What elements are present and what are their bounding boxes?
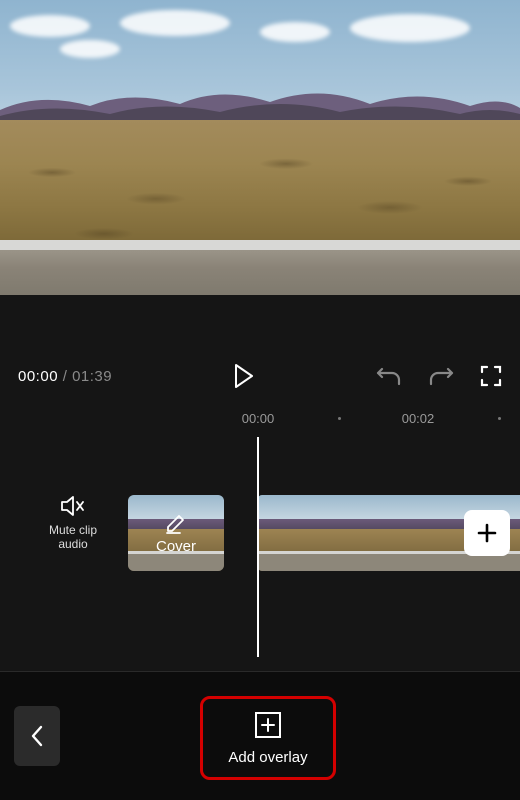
ruler-dot bbox=[338, 417, 341, 420]
duration: 01:39 bbox=[72, 368, 112, 385]
pencil-icon bbox=[165, 512, 187, 534]
time-display: 00:00 / 01:39 bbox=[18, 368, 112, 385]
add-clip-button[interactable] bbox=[464, 510, 510, 556]
chevron-left-icon bbox=[30, 724, 44, 748]
fullscreen-button[interactable] bbox=[480, 365, 502, 387]
current-time: 00:00 bbox=[18, 368, 58, 385]
redo-button[interactable] bbox=[428, 365, 454, 387]
back-button[interactable] bbox=[14, 706, 60, 766]
ruler-mark: 00:00 bbox=[242, 411, 275, 426]
undo-button[interactable] bbox=[376, 365, 402, 387]
timeline-ruler[interactable]: 00:00 00:02 bbox=[0, 405, 520, 437]
bottom-toolbar: Add overlay bbox=[0, 671, 520, 800]
clip-frame bbox=[389, 495, 455, 571]
speaker-mute-icon bbox=[60, 495, 86, 517]
clip-frame bbox=[324, 495, 390, 571]
fullscreen-icon bbox=[480, 365, 502, 387]
cover-label: Cover bbox=[156, 538, 196, 555]
playback-controls: 00:00 / 01:39 bbox=[0, 347, 520, 405]
mute-label-line2: audio bbox=[38, 537, 108, 551]
timeline[interactable]: Mute clip audio Cover bbox=[0, 437, 520, 672]
ruler-dot bbox=[498, 417, 501, 420]
preview-gap bbox=[0, 295, 520, 347]
redo-icon bbox=[428, 365, 454, 387]
cover-button[interactable]: Cover bbox=[128, 495, 224, 571]
play-button[interactable] bbox=[223, 364, 265, 388]
add-overlay-button[interactable]: Add overlay bbox=[200, 696, 336, 780]
add-overlay-label: Add overlay bbox=[228, 749, 307, 766]
main-track: Mute clip audio Cover bbox=[0, 495, 520, 573]
playhead[interactable] bbox=[257, 437, 259, 657]
time-separator: / bbox=[58, 368, 72, 385]
preview-road bbox=[0, 240, 520, 295]
video-preview[interactable] bbox=[0, 0, 520, 295]
ruler-mark: 00:02 bbox=[402, 411, 435, 426]
plus-box-icon bbox=[254, 711, 282, 739]
play-icon bbox=[234, 364, 254, 388]
mute-clip-audio-button[interactable]: Mute clip audio bbox=[38, 495, 108, 551]
undo-icon bbox=[376, 365, 402, 387]
clip-frame bbox=[258, 495, 324, 571]
plus-icon bbox=[475, 521, 499, 545]
mute-label-line1: Mute clip bbox=[38, 523, 108, 537]
